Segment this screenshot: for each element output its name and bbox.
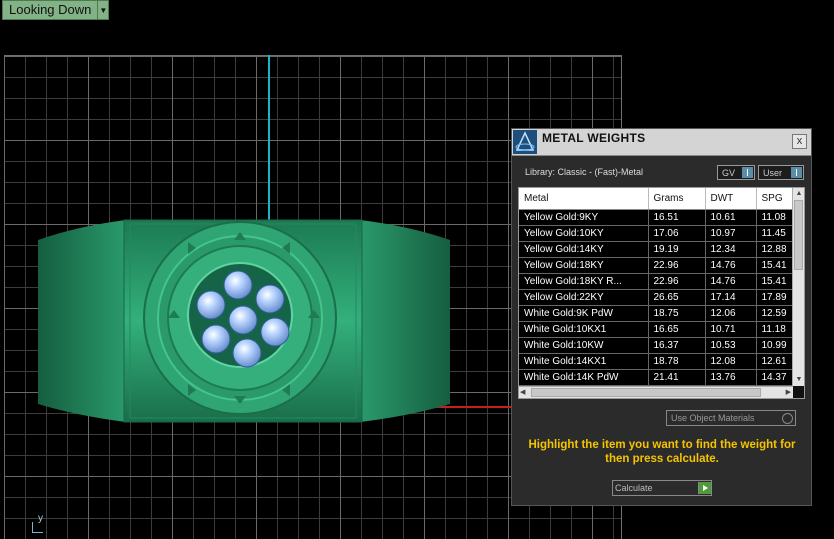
close-icon[interactable]: x [792,134,807,149]
metal-table[interactable]: Metal Grams DWT SPG Yellow Gold:9KY 16.51… [518,187,805,399]
play-arrow-icon[interactable] [698,482,711,494]
panel-title: METAL WEIGHTS [542,131,646,145]
table-row[interactable]: Yellow Gold:10KY 17.06 10.97 11.45 [519,225,804,242]
column-header-metal[interactable]: Metal [519,188,649,210]
table-row[interactable]: Yellow Gold:9KY 16.51 10.61 11.08 [519,209,804,226]
app-logo-icon [513,130,537,154]
radio-circle-icon [782,412,793,424]
scroll-right-icon[interactable]: ▶ [786,388,791,396]
horizontal-scrollbar[interactable]: ◀ ▶ [519,386,793,398]
calculate-label: Calculate [615,483,653,493]
library-label: Library: Classic - (Fast)-Metal [525,167,644,177]
table-row[interactable]: White Gold:14KX1 18.78 12.08 12.61 [519,353,804,370]
calculate-button[interactable]: Calculate [612,480,712,496]
instruction-text: Highlight the item you want to find the … [528,439,796,465]
table-row[interactable]: Yellow Gold:18KY 22.96 14.76 15.41 [519,257,804,274]
gv-toggle[interactable]: GV [717,165,755,180]
table-row[interactable]: Yellow Gold:22KY 26.65 17.14 17.89 [519,289,804,306]
table-row[interactable]: White Gold:10KW 16.37 10.53 10.99 [519,337,804,354]
view-mode-label: Looking Down [9,2,92,17]
table-row[interactable]: Yellow Gold:14KY 19.19 12.34 12.88 [519,241,804,258]
column-header-grams[interactable]: Grams [648,188,706,210]
vertical-scroll-thumb[interactable] [794,200,803,270]
panel-titlebar[interactable]: METAL WEIGHTS x [512,129,811,156]
view-mode-dropdown[interactable]: Looking Down ▼ [2,0,110,20]
metal-weights-panel: METAL WEIGHTS x Library: Classic - (Fast… [511,128,812,506]
horizontal-scroll-thumb[interactable] [531,388,761,397]
vertical-scrollbar[interactable]: ▲ ▼ [792,188,804,386]
ring-model[interactable] [38,218,450,424]
use-object-materials-button[interactable]: Use Object Materials [666,410,796,426]
toggle-switch-icon [742,167,753,178]
column-header-dwt[interactable]: DWT [705,188,757,210]
scroll-up-icon[interactable]: ▲ [794,189,804,199]
table-row[interactable]: White Gold:14K PdW 21.41 13.76 14.37 [519,369,804,386]
scroll-down-icon[interactable]: ▼ [794,375,804,385]
user-toggle[interactable]: User [758,165,804,180]
table-row[interactable]: White Gold:10KX1 16.65 10.71 11.18 [519,321,804,338]
scroll-left-icon[interactable]: ◀ [520,388,525,396]
axis-y-label: y [38,513,43,524]
chevron-down-icon[interactable]: ▼ [97,1,108,19]
table-row[interactable]: Yellow Gold:18KY R... 22.96 14.76 15.41 [519,273,804,290]
toggle-switch-icon [791,167,802,178]
table-row[interactable]: White Gold:9K PdW 18.75 12.06 12.59 [519,305,804,322]
use-object-materials-label: Use Object Materials [671,413,755,423]
y-axis-line [268,55,270,235]
